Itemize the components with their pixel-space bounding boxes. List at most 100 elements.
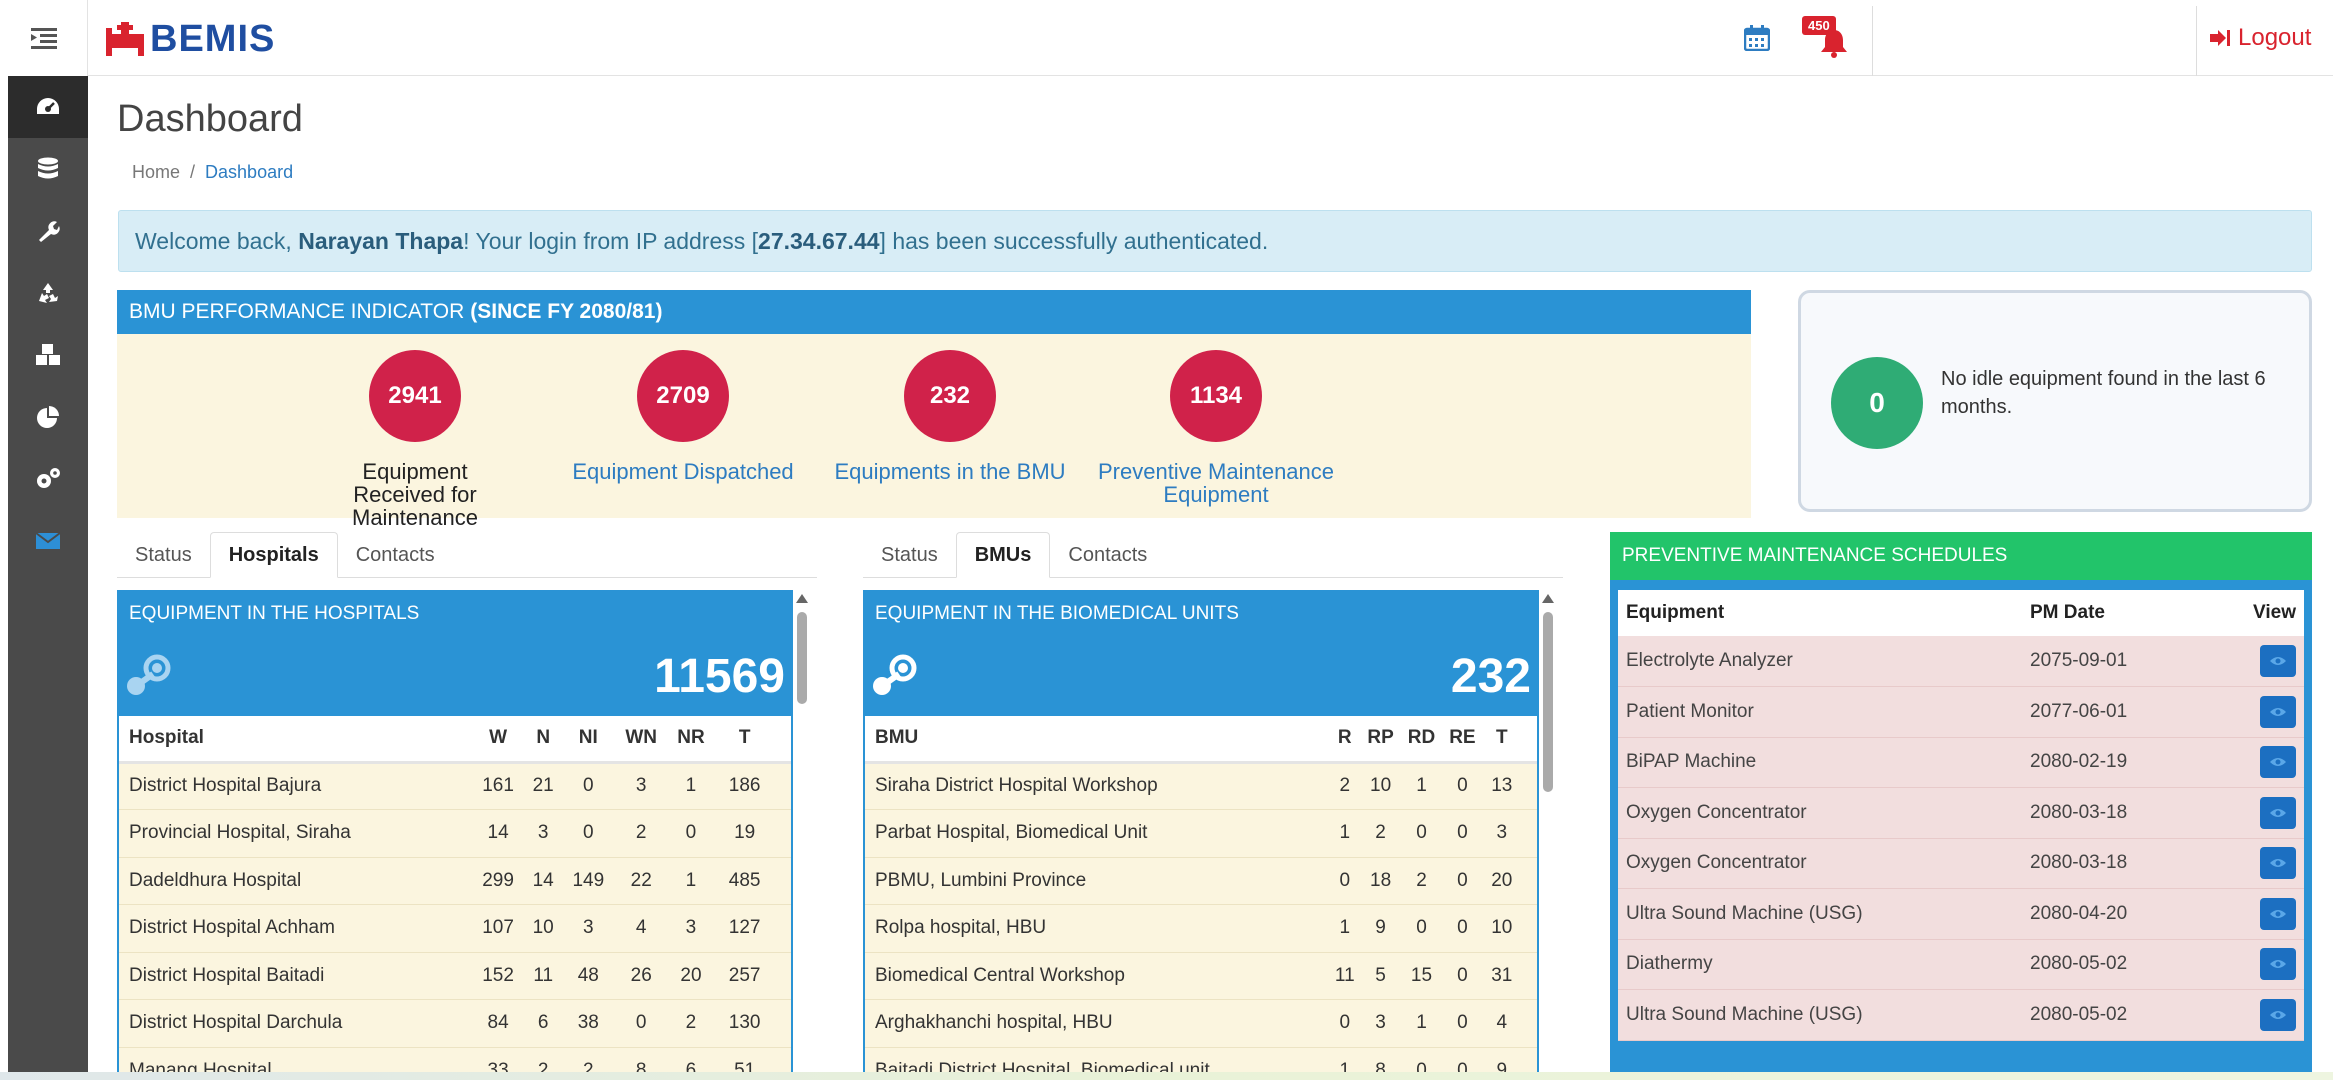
notifications-button[interactable] <box>1796 0 1872 76</box>
tab-bmu-status[interactable]: Status <box>863 532 956 578</box>
sidebar-item-database[interactable] <box>8 138 88 200</box>
view-button[interactable] <box>2260 645 2296 677</box>
sidebar-item-settings[interactable] <box>8 448 88 510</box>
tab-bmu-contacts[interactable]: Contacts <box>1050 532 1165 578</box>
pm-date: 2080-05-02 <box>2022 989 2222 1041</box>
col-ni[interactable]: NI <box>561 716 615 764</box>
table-cell-value: 10 <box>524 904 562 953</box>
view-button[interactable] <box>2260 847 2296 880</box>
table-row[interactable]: Parbat Hospital, Biomedical Unit 1 2 0 0 3 <box>865 809 1537 858</box>
view-button[interactable] <box>2260 998 2296 1031</box>
table-cell-value: 3 <box>524 809 562 858</box>
eye-icon <box>2270 1010 2286 1019</box>
breadcrumb: Home / Dashboard <box>132 162 293 183</box>
pm-view-cell <box>2222 888 2304 940</box>
table-cell-value: 1 <box>1400 762 1443 810</box>
col-re[interactable]: RE <box>1442 716 1483 764</box>
welcome-prefix: Welcome back, <box>135 227 299 254</box>
perf-dispatched-label[interactable]: Equipment Dispatched <box>533 460 833 483</box>
scroll-up-arrow[interactable] <box>796 594 808 603</box>
table-row[interactable]: Dadeldhura Hospital 299 14 149 22 1 485 <box>119 857 791 905</box>
sidebar-item-inventory[interactable] <box>8 324 88 386</box>
table-row[interactable]: Arghakhanchi hospital, HBU 0 3 1 0 4 <box>865 999 1537 1048</box>
view-button[interactable] <box>2260 897 2296 930</box>
table-row[interactable]: District Hospital Achham 107 10 3 4 3 127 <box>119 904 791 953</box>
sidebar-item-messages[interactable] <box>8 510 88 572</box>
table-row[interactable]: PBMU, Lumbini Province 0 18 2 0 20 <box>865 857 1537 905</box>
perf-preventive[interactable]: 1134 Preventive Maintenance Equipment <box>1066 350 1366 506</box>
sidebar-item-maintenance[interactable] <box>8 200 88 262</box>
view-button[interactable] <box>2260 948 2296 981</box>
logout-label: Logout <box>2238 24 2312 51</box>
tab-hospitals-contacts[interactable]: Contacts <box>338 532 453 578</box>
table-row[interactable]: Siraha District Hospital Workshop 2 10 1 0 13 <box>865 762 1537 810</box>
sidebar-item-recycle[interactable] <box>8 262 88 324</box>
col-r[interactable]: R <box>1329 716 1361 764</box>
scroll-thumb[interactable] <box>797 612 807 704</box>
calendar-button[interactable] <box>1732 0 1782 76</box>
scroll-up-arrow[interactable] <box>1542 594 1554 603</box>
tab-hospitals-status[interactable]: Status <box>117 532 210 578</box>
col-w[interactable]: W <box>471 716 525 764</box>
table-cell-value: 26 <box>614 952 668 1000</box>
hospitals-total: 11569 <box>654 649 785 703</box>
col-bmu[interactable]: BMU <box>865 716 1330 764</box>
tab-bmus[interactable]: BMUs <box>955 532 1051 578</box>
pm-schedules-title: PREVENTIVE MAINTENANCE SCHEDULES <box>1610 532 2312 580</box>
bmu-performance-title-bold: (SINCE FY 2080/81) <box>470 300 663 323</box>
hospitals-scrollbar[interactable] <box>794 590 810 1080</box>
bmu-scrollbar[interactable] <box>1540 590 1556 1080</box>
pm-equipment: Oxygen Concentrator <box>1618 838 2022 889</box>
table-cell-value: 130 <box>714 999 791 1048</box>
col-n[interactable]: N <box>524 716 562 764</box>
pm-equipment: Electrolyte Analyzer <box>1618 636 2022 687</box>
view-button[interactable] <box>2260 695 2296 728</box>
app-logo[interactable]: BEMIS <box>104 18 275 60</box>
pm-equipment: Oxygen Concentrator <box>1618 787 2022 839</box>
table-cell-value: 3 <box>561 904 615 953</box>
col-rd[interactable]: RD <box>1400 716 1443 764</box>
view-button[interactable] <box>2260 746 2296 779</box>
table-row[interactable]: Biomedical Central Workshop 11 5 15 0 31 <box>865 952 1537 1000</box>
table-cell-value: 0 <box>614 999 668 1048</box>
table-row[interactable]: District Hospital Baitadi 152 11 48 26 20 257 <box>119 952 791 1000</box>
table-cell-value: 0 <box>1400 904 1443 953</box>
perf-in-bmu-label[interactable]: Equipments in the BMU <box>800 460 1100 483</box>
perf-in-bmu[interactable]: 232 Equipments in the BMU <box>800 350 1100 483</box>
sidebar-item-reports[interactable] <box>8 386 88 448</box>
col-nr[interactable]: NR <box>667 716 715 764</box>
col-hospital[interactable]: Hospital <box>119 716 472 764</box>
col-rp[interactable]: RP <box>1360 716 1401 764</box>
table-cell-value: 127 <box>714 904 791 953</box>
table-row[interactable]: Provincial Hospital, Siraha 14 3 0 2 0 19 <box>119 809 791 858</box>
breadcrumb-home[interactable]: Home <box>132 162 180 183</box>
col-wn[interactable]: WN <box>614 716 668 764</box>
table-cell-value: 1 <box>667 857 715 905</box>
table-cell-name: Parbat Hospital, Biomedical Unit <box>865 809 1330 858</box>
table-cell-value: 3 <box>667 904 715 953</box>
table-cell-name: Biomedical Central Workshop <box>865 952 1330 1000</box>
col-t[interactable]: T <box>1482 716 1537 764</box>
perf-dispatched[interactable]: 2709 Equipment Dispatched <box>533 350 833 483</box>
sidebar-toggle-button[interactable] <box>0 0 88 76</box>
table-cell-value: 19 <box>714 809 791 858</box>
logout-button[interactable]: Logout <box>2210 0 2311 76</box>
table-cell-value: 2 <box>1360 809 1401 858</box>
table-cell-value: 2 <box>1329 762 1361 810</box>
table-cell-value: 299 <box>471 857 525 905</box>
col-t[interactable]: T <box>714 716 791 764</box>
tab-hospitals[interactable]: Hospitals <box>209 532 338 578</box>
table-row[interactable]: Rolpa hospital, HBU 1 9 0 0 10 <box>865 904 1537 953</box>
view-button[interactable] <box>2260 796 2296 829</box>
sidebar-item-dashboard[interactable] <box>8 76 88 138</box>
table-cell-value: 485 <box>714 857 791 905</box>
table-row[interactable]: District Hospital Bajura 161 21 0 3 1 186 <box>119 762 791 810</box>
pm-date: 2080-02-19 <box>2022 737 2222 788</box>
table-cell-value: 0 <box>561 762 615 810</box>
table-cell-value: 14 <box>524 857 562 905</box>
perf-preventive-label[interactable]: Preventive Maintenance Equipment <box>1066 460 1366 506</box>
table-row[interactable]: District Hospital Darchula 84 6 38 0 2 130 <box>119 999 791 1048</box>
table-cell-value: 161 <box>471 762 525 810</box>
scroll-thumb[interactable] <box>1543 612 1553 792</box>
table-cell-value: 0 <box>1442 857 1483 905</box>
